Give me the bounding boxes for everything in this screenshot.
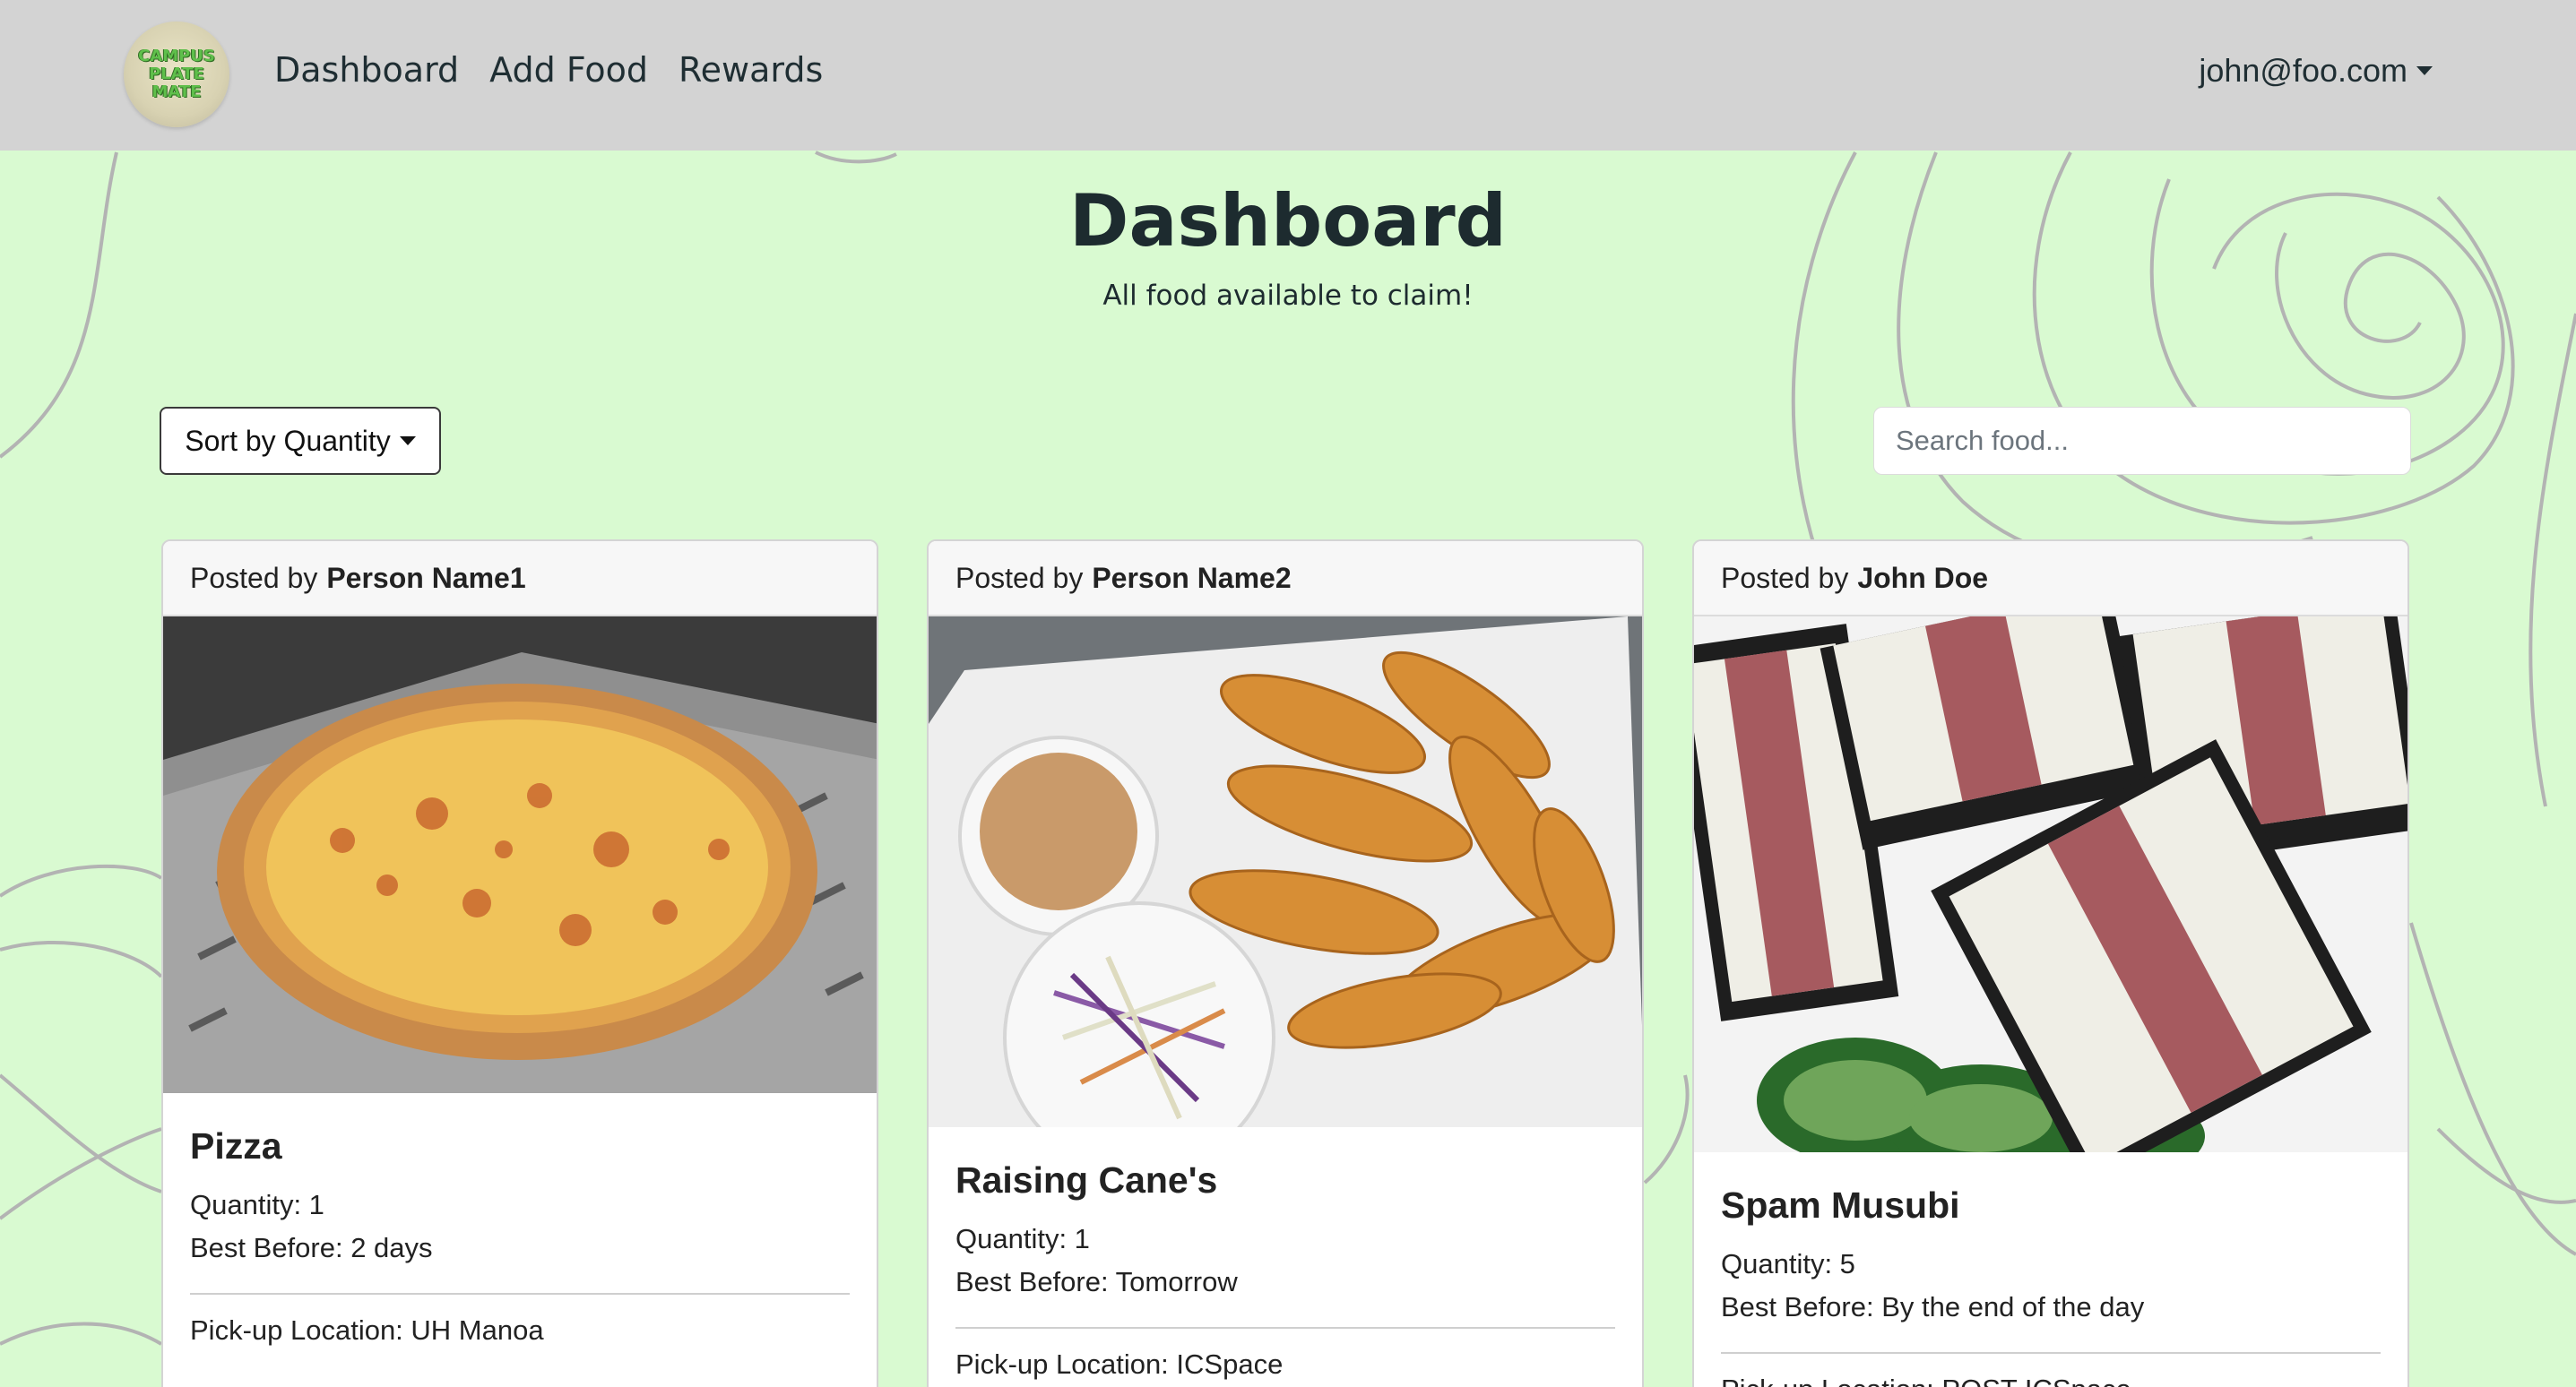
pizza-image [163,616,877,1093]
nav-add-food-link[interactable]: Add Food [489,50,648,90]
sort-label: Sort by Quantity [185,424,391,457]
page-title: Dashboard [1069,179,1507,263]
campus-plate-mate-logo[interactable]: CAMPUS PLATE MATE [124,22,229,127]
card-body: Spam Musubi Quantity: 5 Best Before: By … [1694,1152,2407,1387]
logo-text-line3: MATE [151,82,202,101]
food-quantity: Quantity: 1 [955,1223,1090,1254]
card-header: Posted by Person Name1 [163,541,877,616]
poster-name: John Doe [1857,561,1989,594]
food-best-before: Best Before: By the end of the day [1721,1291,2145,1322]
food-card[interactable]: Posted by Person Name2 Raising Cane's Qu… [927,539,1644,1387]
divider [1721,1352,2381,1354]
food-card[interactable]: Posted by John Doe Spam Musubi Quantity:… [1692,539,2409,1387]
food-best-before: Best Before: 2 days [190,1232,433,1263]
nav-rewards-link[interactable]: Rewards [679,50,823,90]
posted-by-label: Posted by [1721,561,1849,594]
logo-text-line1: CAMPUS [138,47,215,65]
divider [190,1293,850,1295]
chevron-down-icon [2416,66,2433,75]
user-email: john@foo.com [2199,52,2407,89]
posted-by-label: Posted by [955,561,1084,594]
page-subtitle: All food available to claim! [1102,280,1474,312]
food-quantity: Quantity: 1 [190,1189,324,1220]
pickup-location: Pick-up Location: POST ICSpace [1721,1374,2381,1387]
spam-musubi-image [1694,616,2407,1152]
card-body: Pizza Quantity: 1 Best Before: 2 days Pi… [163,1093,877,1347]
sort-dropdown-button[interactable]: Sort by Quantity [160,407,441,475]
card-body: Raising Cane's Quantity: 1 Best Before: … [929,1127,1642,1381]
food-card[interactable]: Posted by Person Name1 Pizza Quantity: 1… [161,539,878,1387]
food-title: Spam Musubi [1721,1185,1960,1226]
pickup-location: Pick-up Location: UH Manoa [190,1314,544,1346]
posted-by-label: Posted by [190,561,318,594]
divider [955,1327,1615,1329]
user-menu-dropdown[interactable]: john@foo.com [2199,52,2433,90]
poster-name: Person Name1 [326,561,526,594]
pickup-location: Pick-up Location: ICSpace [955,1348,1284,1380]
food-title: Raising Cane's [955,1159,1218,1201]
chevron-down-icon [399,436,416,445]
navbar: CAMPUS PLATE MATE Dashboard Add Food Rew… [0,0,2576,151]
card-header: Posted by John Doe [1694,541,2407,616]
chicken-tenders-image [929,616,1642,1127]
food-title: Pizza [190,1125,282,1167]
poster-name: Person Name2 [1092,561,1292,594]
logo-text-line2: PLATE [149,65,204,83]
card-header: Posted by Person Name2 [929,541,1642,616]
search-input[interactable] [1873,407,2411,475]
food-best-before: Best Before: Tomorrow [955,1266,1238,1297]
nav-dashboard-link[interactable]: Dashboard [274,50,459,90]
food-quantity: Quantity: 5 [1721,1248,1855,1279]
nav-links: Dashboard Add Food Rewards [274,50,823,90]
